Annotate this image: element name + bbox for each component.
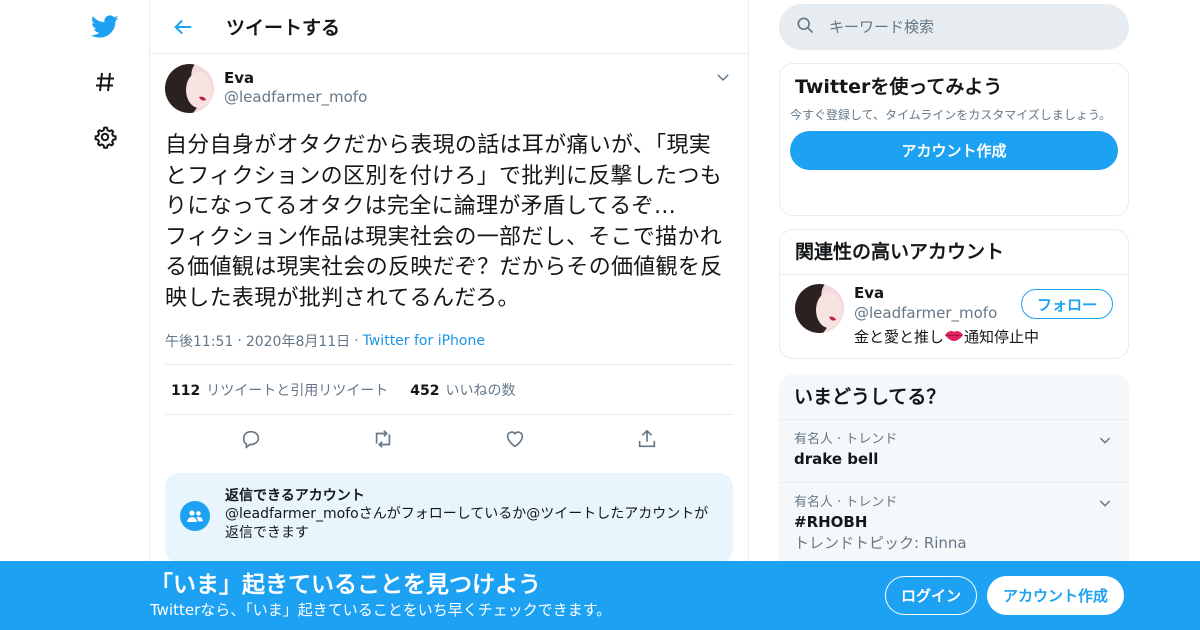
trend-name: drake bell — [794, 450, 879, 468]
signup-card-title: Twitterを使ってみよう — [795, 76, 1003, 98]
tweet: Eva @leadfarmer_mofo 自分自身がオタクだから表現の話は耳が痛… — [150, 54, 748, 563]
meta-separator: · — [237, 333, 242, 349]
related-accounts-title: 関連性の高いアカウント — [795, 241, 1005, 263]
tweet-source[interactable]: Twitter for iPhone — [363, 333, 485, 349]
like-label: いいねの数 — [445, 382, 516, 399]
related-accounts-header: 関連性の高いアカウント — [780, 230, 1128, 275]
trend-item[interactable]: 有名人 · トレンド drake bell — [779, 420, 1129, 483]
trend-name: #RHOBH — [794, 513, 868, 531]
signup-card-description: 今すぐ登録して、タイムラインをカスタマイズしましょう。 — [790, 108, 1112, 122]
tweet-stats: 112 リツイートと引用リツイート 452 いいねの数 — [165, 364, 733, 415]
trends-header: いまどうしてる？ — [779, 374, 1129, 420]
retweet-label: リツイートと引用リツイート — [206, 382, 389, 399]
like-count: 452 — [410, 382, 440, 399]
tweet-actions — [165, 415, 733, 463]
lips-icon — [944, 328, 964, 346]
tweet-text: 自分自身がオタクだから表現の話は耳が痛いが、「現実とフィクションの区別を付けろ」… — [165, 133, 723, 311]
search-icon — [795, 15, 815, 39]
tweet-meta: 午後11:51 · 2020年8月11日 · Twitter for iPhon… — [165, 326, 733, 356]
reply-notice-title: 返信できるアカウント — [225, 488, 365, 504]
tweet-date[interactable]: 2020年8月11日 — [246, 331, 350, 351]
banner-title: 「いま」起きていることを見つけよう — [150, 572, 541, 598]
related-accounts-card: 関連性の高いアカウント Eva @leadfarmer_mofo 金と愛と推し 通… — [779, 229, 1129, 359]
create-account-button[interactable]: アカウント作成 — [790, 131, 1118, 170]
follow-button[interactable]: フォロー — [1021, 289, 1113, 319]
trends-title: いまどうしてる？ — [794, 385, 946, 408]
meta-separator: · — [354, 333, 359, 349]
retweet-stat[interactable]: 112 リツイートと引用リツイート — [171, 380, 388, 400]
chevron-down-icon[interactable] — [714, 68, 732, 86]
people-icon — [180, 501, 210, 531]
twitter-bird-icon[interactable] — [90, 12, 120, 42]
gear-icon[interactable] — [90, 122, 120, 152]
reply-notice-description: @leadfarmer_mofoさんがフォローしているか@ツイートしたアカウント… — [225, 506, 709, 541]
like-stat[interactable]: 452 いいねの数 — [410, 380, 515, 400]
related-account[interactable]: Eva @leadfarmer_mofo 金と愛と推し 通知停止中 フォロー — [780, 275, 1128, 357]
trends-card: いまどうしてる？ 有名人 · トレンド drake bell 有名人 · トレン… — [779, 374, 1129, 574]
avatar[interactable] — [165, 64, 214, 113]
tweet-author: Eva @leadfarmer_mofo — [165, 64, 733, 114]
reply-restriction-notice: 返信できるアカウント @leadfarmer_mofoさんがフォローしているか@… — [165, 473, 733, 563]
trend-item[interactable]: 有名人 · トレンド #RHOBH トレンドトピック: Rinna — [779, 483, 1129, 563]
right-sidebar: Twitterを使ってみよう 今すぐ登録して、タイムラインをカスタマイズしましょ… — [779, 0, 1129, 574]
tweet-time[interactable]: 午後11:51 — [165, 331, 233, 351]
page-header: ツイートする — [150, 0, 748, 54]
like-icon[interactable] — [495, 419, 535, 459]
signup-banner: 「いま」起きていることを見つけよう Twitterなら、「いま」起きていることを… — [0, 561, 1200, 630]
related-account-bio: 金と愛と推し 通知停止中 — [854, 326, 1039, 348]
trend-category: 有名人 · トレンド — [794, 495, 898, 510]
search-input[interactable] — [829, 18, 1089, 36]
banner-signup-button[interactable]: アカウント作成 — [987, 576, 1124, 615]
chevron-down-icon[interactable] — [1097, 432, 1113, 448]
arrow-left-icon[interactable] — [168, 12, 198, 42]
avatar[interactable] — [795, 284, 844, 333]
trend-category: 有名人 · トレンド — [794, 432, 898, 447]
author-handle[interactable]: @leadfarmer_mofo — [224, 87, 367, 107]
reply-icon[interactable] — [231, 419, 271, 459]
share-icon[interactable] — [627, 419, 667, 459]
main-column: ツイートする Eva @leadfarmer_mofo 自分自身がオタクだから表… — [149, 0, 749, 630]
chevron-down-icon[interactable] — [1097, 495, 1113, 511]
author-name[interactable]: Eva — [224, 69, 367, 87]
bio-text: 金と愛と推し — [854, 328, 945, 346]
trend-context: トレンドトピック: Rinna — [794, 534, 967, 552]
related-account-name[interactable]: Eva — [854, 284, 1039, 302]
left-nav — [80, 0, 140, 630]
login-button[interactable]: ログイン — [885, 576, 977, 615]
related-account-handle[interactable]: @leadfarmer_mofo — [854, 302, 1039, 324]
signup-card: Twitterを使ってみよう 今すぐ登録して、タイムラインをカスタマイズしましょ… — [779, 63, 1129, 216]
banner-subtitle: Twitterなら、「いま」起きていることをいち早くチェックできます。 — [150, 601, 612, 619]
retweet-icon[interactable] — [363, 419, 403, 459]
bio-text: 通知停止中 — [964, 328, 1040, 346]
hashtag-icon[interactable] — [90, 67, 120, 97]
search-bar[interactable] — [779, 4, 1129, 50]
retweet-count: 112 — [171, 382, 201, 399]
page-title: ツイートする — [226, 17, 341, 39]
